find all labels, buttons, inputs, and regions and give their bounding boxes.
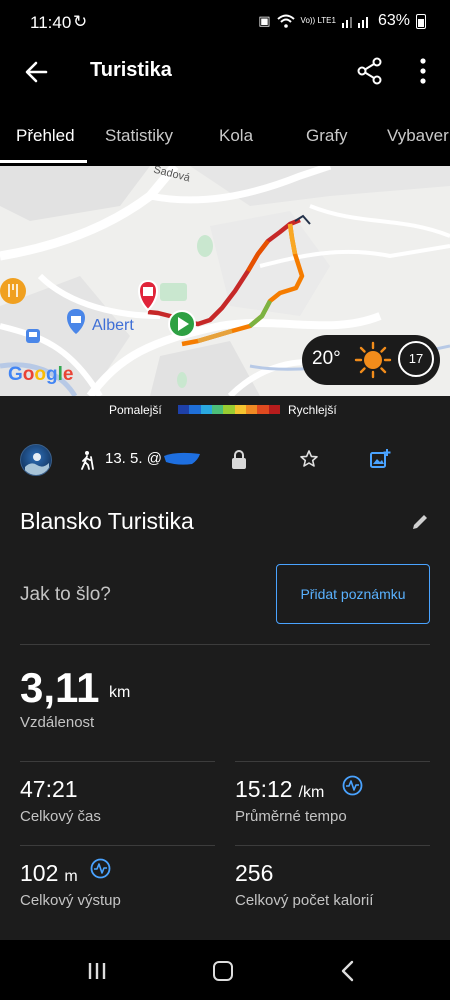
lock-icon[interactable] [231,450,247,470]
legend-color-segment [200,405,212,414]
tab-laps[interactable]: Kola [219,126,253,146]
app-bar: Turistika [0,46,450,98]
stat-divider [20,761,215,762]
share-icon[interactable] [355,56,385,86]
ascent-stat: 102 m [20,860,78,887]
page-title: Turistika [90,59,172,81]
avg-pace-unit: /km [298,784,325,801]
status-bar: 11:40 ↻ ▣ Vo)) LTE1 63% [0,0,450,46]
store-label: Albert [92,317,134,334]
stat-divider [235,845,430,846]
tab-overview[interactable]: Přehled [16,126,75,146]
weather-temperature: 20° [312,348,341,369]
section-divider [20,644,430,645]
avg-pace-stat: 15:12/km [235,776,324,803]
legend-color-segment [257,405,269,414]
sun-icon [354,341,392,379]
recent-apps-icon[interactable] [87,962,107,980]
ascent-label: Celkový výstup [20,892,121,909]
wifi-icon [276,14,295,28]
speed-legend: Pomalejší Rychlejší [0,396,450,424]
legend-color-segment [268,405,280,414]
legend-color-segment [223,405,235,414]
edit-pencil-icon[interactable] [410,512,430,532]
legend-color-segment [189,405,201,414]
tab-bar: Přehled Statistiky Kola Grafy Vybaver [0,110,450,166]
home-icon[interactable] [213,961,233,981]
battery-icon [416,13,426,29]
avg-pace-value: 15:12 [235,776,293,802]
distance-unit: km [109,684,131,701]
route-map[interactable]: Sadová Albert Google 20° 17 [0,166,450,396]
notification-icon: ▣ [258,13,271,28]
network-label: Vo)) LTE1 [300,16,336,25]
calories-value: 256 [235,860,274,886]
wind-speed-badge: 17 [398,341,434,377]
battery-percent: 63% [377,12,410,29]
avatar[interactable] [20,444,52,476]
nav-back-icon[interactable] [340,960,354,982]
ascent-chart-icon[interactable] [90,858,111,879]
signal-icon [341,17,368,28]
weather-widget[interactable]: 20° 17 [302,335,440,385]
ascent-unit: m [64,868,78,885]
activity-info-row: 13. 5. @ [0,438,450,482]
status-indicators: ▣ Vo)) LTE1 63% [258,12,426,30]
legend-slow-label: Pomalejší [109,403,162,417]
star-icon[interactable] [299,449,319,469]
distance-value: 3,11 [20,664,100,711]
tab-statistics[interactable]: Statistiky [105,126,173,146]
total-time-label: Celkový čas [20,808,101,825]
avg-pace-label: Průměrné tempo [235,808,347,825]
status-time: 11:40 [30,13,72,32]
stat-divider [20,845,215,846]
activity-name: Blansko Turistika [20,508,194,534]
legend-color-segment [178,405,190,414]
activity-date: 13. 5. @ [105,450,162,467]
activity-details: 13. 5. @ Blansko Turistika Jak to šlo? P… [0,424,450,940]
start-marker-icon [168,310,196,338]
pace-chart-icon[interactable] [342,775,363,796]
sync-icon: ↻ [73,12,88,31]
calories-label: Celkový počet kalorií [235,892,374,909]
total-time-value: 47:21 [20,776,78,802]
more-options-icon[interactable] [408,56,438,86]
legend-color-segment [245,405,258,414]
restaurant-icon [0,278,26,304]
ascent-value: 102 [20,860,59,886]
legend-color-segment [234,405,246,414]
transit-icon [26,329,40,343]
redaction-scribble [164,452,200,465]
stat-divider [235,761,430,762]
tab-charts[interactable]: Grafy [306,126,348,146]
tab-equipment[interactable]: Vybaver [387,126,449,146]
system-nav-bar [0,940,450,1000]
add-note-button[interactable]: Přidat poznámku [276,564,430,624]
google-logo: Google [8,364,74,385]
legend-color-scale [178,405,280,414]
add-photo-icon[interactable] [369,448,391,470]
legend-fast-label: Rychlejší [288,403,337,417]
feeling-prompt[interactable]: Jak to šlo? [20,584,111,606]
legend-color-segment [211,405,224,414]
hiking-icon [81,451,94,470]
back-arrow-icon[interactable] [20,56,52,88]
distance-label: Vzdálenost [20,714,95,731]
active-tab-indicator [0,160,87,163]
